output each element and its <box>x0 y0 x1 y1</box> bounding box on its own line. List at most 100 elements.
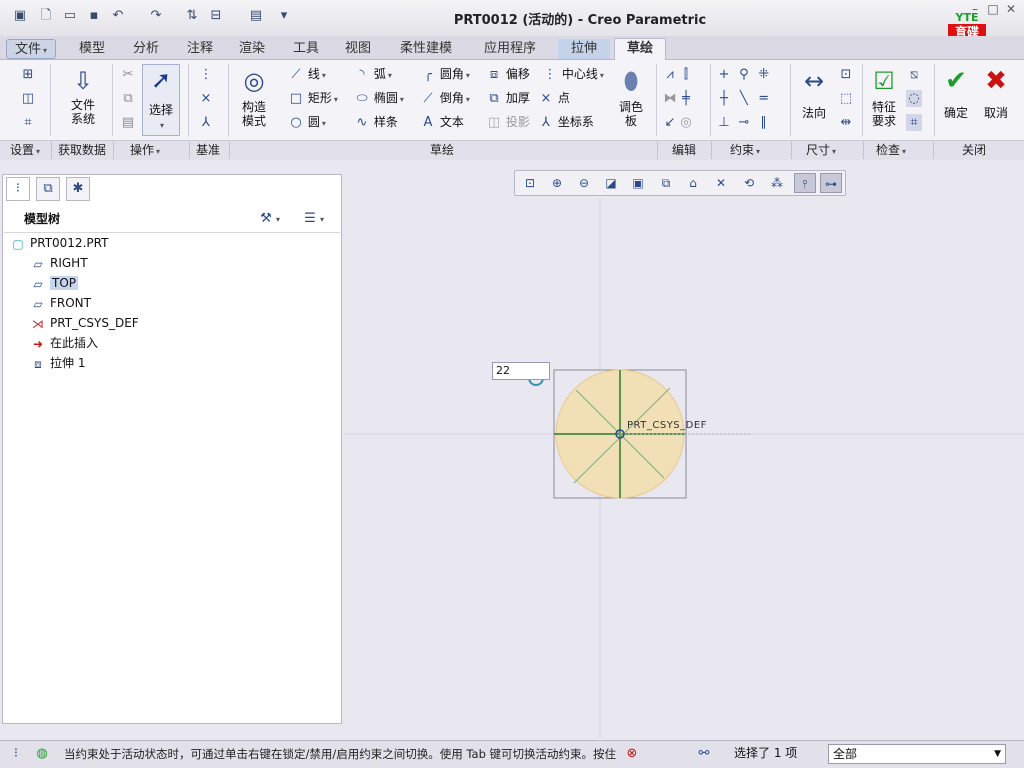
centerline-button[interactable]: ⋮ 中心线 ▾ <box>542 66 604 84</box>
spin-center-button[interactable]: ⟲ <box>738 173 760 193</box>
graphics-area[interactable] <box>344 198 1024 738</box>
tab-extrude[interactable]: 拉伸 <box>558 39 610 59</box>
tree-item-top[interactable]: ▱ TOP <box>30 274 79 292</box>
reference-dim-button[interactable]: ⬚ <box>838 90 854 107</box>
group-inspect[interactable]: 检查 ▾ <box>864 141 934 159</box>
constraint-display-button[interactable]: ⊶ <box>820 173 842 193</box>
point-button[interactable]: × 点 <box>538 90 570 107</box>
tab-view[interactable]: 视图 <box>334 39 382 59</box>
tab-file[interactable]: 文件 ▾ <box>6 39 56 59</box>
overlapping-geometry-button[interactable]: ◌ <box>906 90 922 107</box>
line-button[interactable]: ⟋ 线 ▾ <box>288 66 325 84</box>
mirror-button[interactable]: ⧓ ╪ <box>662 90 694 107</box>
modify-button[interactable]: ⩘ ⫿ <box>662 66 694 83</box>
datum-centerline-button[interactable]: ⋮ <box>198 66 214 83</box>
tree-item-right[interactable]: ▱ RIGHT <box>30 254 87 272</box>
stop-button[interactable]: ⊗ <box>624 745 640 762</box>
copy-button[interactable]: ⧉ <box>120 90 136 107</box>
fillet-button[interactable]: ╭ 圆角 ▾ <box>420 66 470 84</box>
close-window-icon[interactable]: ▤ <box>248 8 264 24</box>
offset-button[interactable]: ⧈ 偏移 <box>486 66 530 83</box>
saved-orientations-button[interactable]: ⧉ <box>655 173 677 193</box>
tab-analysis[interactable]: 分析 <box>122 39 170 59</box>
tree-item-part[interactable]: ▢ PRT0012.PRT <box>10 234 108 252</box>
display-style-button[interactable]: ▣ <box>627 173 649 193</box>
group-setup[interactable]: 设置 ▾ <box>0 141 52 159</box>
highlight-open-ends-button[interactable]: ⧅ <box>906 66 922 83</box>
tree-item-csys[interactable]: ⋊ PRT_CSYS_DEF <box>30 314 139 332</box>
tree-item-extrude[interactable]: ⧈ 拉伸 1 <box>30 354 85 372</box>
tree-settings-button[interactable]: ⚒ ▾ <box>258 210 280 228</box>
annotation-display-button[interactable]: ⁂ <box>766 173 788 193</box>
maximize-icon[interactable]: □ <box>986 2 1000 16</box>
shade-closed-loops-button[interactable]: ⌗ <box>906 114 922 131</box>
view-manager-button[interactable]: ⌂ <box>682 173 704 193</box>
rotate-resize-button[interactable]: ↙ ◎ <box>662 114 694 131</box>
zoom-in-button[interactable]: ⊕ <box>546 173 568 193</box>
construction-mode-button[interactable]: ◎ 构造模式 <box>234 66 274 128</box>
normal-dimension-button[interactable]: ↔ 法向 <box>796 66 832 120</box>
perpendicular-constraint-button[interactable]: ⊥ ⊸ ∥ <box>716 114 772 131</box>
group-dimension[interactable]: 尺寸 ▾ <box>792 141 864 159</box>
refit-button[interactable]: ⊡ <box>519 173 541 193</box>
repaint-button[interactable]: ◪ <box>600 173 622 193</box>
rectangle-button[interactable]: □ 矩形 ▾ <box>288 90 338 108</box>
coord-system-button[interactable]: ⅄ 坐标系 <box>538 114 594 131</box>
feature-requirements-button[interactable]: ☑ 特征要求 <box>866 66 902 128</box>
undo-icon[interactable]: ↶ <box>110 8 126 24</box>
ellipse-button[interactable]: ⬭ 椭圆 ▾ <box>354 90 403 108</box>
browser-toggle-button[interactable]: ◍ <box>34 745 50 762</box>
datum-csys-button[interactable]: ⅄ <box>198 114 214 131</box>
circle-button[interactable]: ○ 圆 ▾ <box>288 114 326 132</box>
favorites-tab[interactable]: ✱ <box>66 177 90 201</box>
new-file-icon[interactable]: 🗋 <box>38 8 54 24</box>
tree-item-front[interactable]: ▱ FRONT <box>30 294 91 312</box>
tree-show-button[interactable]: ☰ ▾ <box>302 210 324 228</box>
project-button[interactable]: ◫ 投影 <box>486 114 530 131</box>
dimension-input[interactable]: 22 <box>492 362 550 380</box>
datum-point-button[interactable]: × <box>198 90 214 107</box>
ok-button[interactable]: ✔ 确定 <box>938 66 974 120</box>
vertical-constraint-button[interactable]: + ⚲ ⁜ <box>716 66 772 83</box>
cancel-button[interactable]: ✖ 取消 <box>978 66 1014 120</box>
text-button[interactable]: A 文本 <box>420 114 464 131</box>
tab-annotate[interactable]: 注释 <box>176 39 224 59</box>
group-operations[interactable]: 操作 ▾ <box>114 141 190 159</box>
horizontal-constraint-button[interactable]: ┼ ╲ = <box>716 90 772 107</box>
file-system-button[interactable]: ⇩ 文件系统 <box>62 66 104 126</box>
tab-render[interactable]: 渲染 <box>228 39 276 59</box>
tab-applications[interactable]: 应用程序 <box>472 39 548 59</box>
close-icon[interactable]: ✕ <box>1004 2 1018 16</box>
selection-filter[interactable]: 全部 ▼ <box>828 744 1006 764</box>
palette-button[interactable]: ⬮ 调色板 <box>612 66 650 128</box>
tab-flexible-modeling[interactable]: 柔性建模 <box>390 39 462 59</box>
folder-browser-tab[interactable]: ⧉ <box>36 177 60 201</box>
select-button[interactable]: ➚ 选择 ▾ <box>142 64 180 136</box>
chamfer-button[interactable]: ⟋ 倒角 ▾ <box>420 90 469 108</box>
spline-button[interactable]: ∿ 样条 <box>354 114 398 131</box>
find-button[interactable]: ⚯ <box>696 745 712 762</box>
group-constraint[interactable]: 约束 ▾ <box>712 141 792 159</box>
zoom-out-button[interactable]: ⊖ <box>573 173 595 193</box>
tab-tools[interactable]: 工具 <box>282 39 330 59</box>
tab-sketch[interactable]: 草绘 <box>614 38 666 61</box>
datum-display-button[interactable]: ✕ <box>710 173 732 193</box>
tab-model[interactable]: 模型 <box>68 39 116 59</box>
open-folder-icon[interactable]: ▭ <box>62 8 78 24</box>
customize-chevron-down-icon[interactable]: ▾ <box>276 8 292 24</box>
sketch-setup-button[interactable]: ⊞ <box>20 66 36 83</box>
sketcher-display-button[interactable]: ⫯ <box>794 173 816 193</box>
navigator-toggle-button[interactable]: ⁝ <box>8 745 24 762</box>
regenerate-icon[interactable]: ⇅ <box>184 8 200 24</box>
tree-item-insert-here[interactable]: ➜ 在此插入 <box>30 334 98 352</box>
thicken-button[interactable]: ⧉ 加厚 <box>486 90 530 107</box>
save-icon[interactable]: ▪ <box>86 8 102 24</box>
sketch-view-button[interactable]: ⌗ <box>20 114 36 131</box>
arc-button[interactable]: ◝ 弧 ▾ <box>354 66 391 84</box>
baseline-button[interactable]: ⇹ <box>838 114 854 131</box>
redo-icon[interactable]: ↷ <box>148 8 164 24</box>
reference-button[interactable]: ◫ <box>20 90 36 107</box>
paste-button[interactable]: ▤ <box>120 114 136 131</box>
cut-button[interactable]: ✂ <box>120 66 136 83</box>
window-icon[interactable]: ⊟ <box>208 8 224 24</box>
